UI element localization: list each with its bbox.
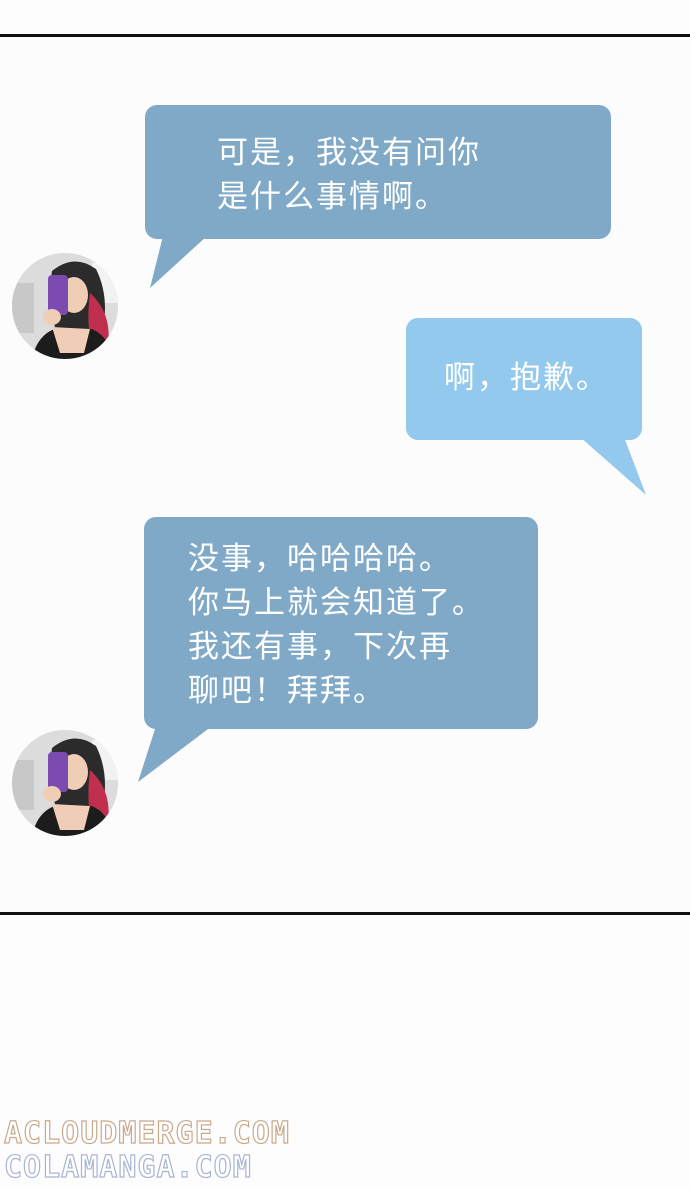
bubble-tail-incoming-2 [138, 726, 212, 782]
message-line: 是什么事情啊。 [217, 179, 448, 215]
bubble-tail-outgoing-1 [580, 437, 646, 495]
message-line: 可是，我没有问你 [217, 135, 481, 171]
message-line: 聊吧！拜拜。 [188, 673, 386, 709]
watermark-acloudmerge: ACLOUDMERGE.COM [3, 1115, 290, 1151]
woman-selfie-avatar-icon [12, 730, 118, 836]
watermark-colamanga: COLAMANGA.COM [3, 1149, 252, 1185]
message-bubble-outgoing-1: 啊，抱歉。 [406, 318, 642, 440]
bubble-tail-incoming-1 [150, 236, 207, 288]
avatar[interactable] [12, 730, 118, 836]
message-line: 你马上就会知道了。 [188, 585, 485, 621]
woman-selfie-avatar-icon [12, 253, 118, 359]
panel-bottom-border [0, 912, 690, 915]
avatar[interactable] [12, 253, 118, 359]
message-line: 没事，哈哈哈哈。 [188, 541, 452, 577]
message-bubble-incoming-1: 可是，我没有问你 是什么事情啊。 [145, 105, 611, 239]
message-bubble-incoming-2: 没事，哈哈哈哈。 你马上就会知道了。 我还有事，下次再 聊吧！拜拜。 [144, 517, 538, 729]
message-line: 我还有事，下次再 [188, 629, 452, 665]
message-line: 啊，抱歉。 [444, 360, 609, 396]
